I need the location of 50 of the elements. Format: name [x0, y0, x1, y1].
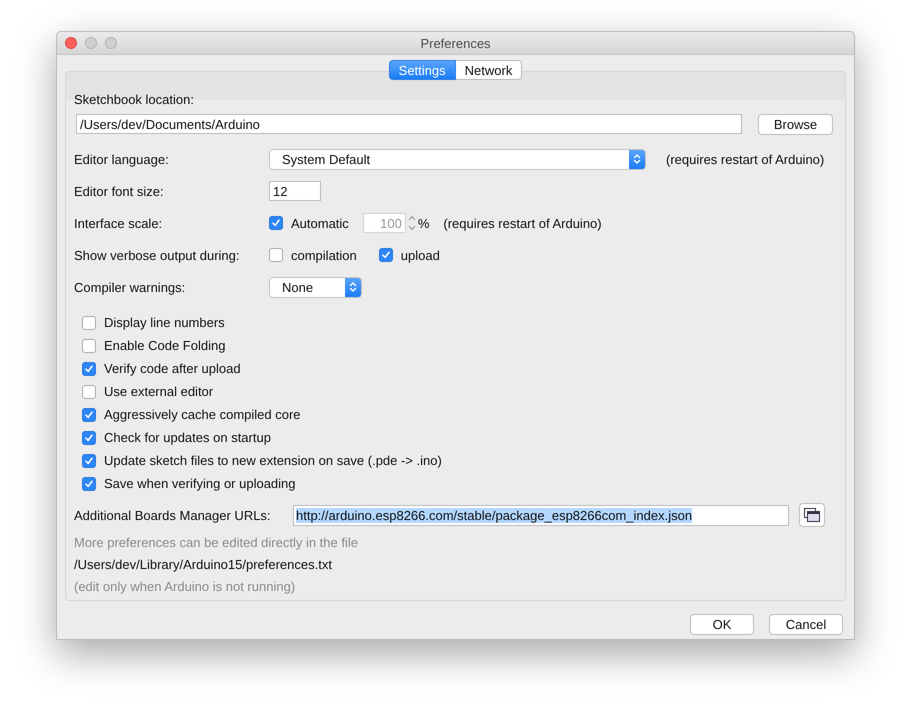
file-path: /Users/dev/Library/Arduino15/preferences.txt [74, 556, 333, 574]
checkbox[interactable] [82, 384, 96, 398]
language-dropdown[interactable]: System Default [269, 148, 646, 170]
window-title: Preferences [420, 36, 491, 50]
checkbox[interactable] [378, 248, 393, 262]
checkbox-label: Save when verifying or uploading [104, 476, 296, 491]
checkbox[interactable] [82, 408, 96, 422]
hint-text: (edit only when Arduino is not running) [74, 578, 296, 596]
note-text: (requires restart of Arduino) [443, 216, 602, 230]
checkbox-label: Enable Code Folding [104, 338, 226, 353]
hint-text: More preferences can be edited directly in the file [74, 534, 359, 552]
close-button[interactable] [65, 37, 77, 49]
updown-arrows-icon [633, 153, 641, 165]
checkbox[interactable] [82, 454, 96, 468]
unit-label: % [418, 216, 430, 230]
checkbox-label: Aggressively cache compiled core [104, 407, 301, 422]
checkbox-label: Verify code after upload [104, 361, 241, 376]
field-label: Additional Boards Manager URLs: [74, 508, 272, 522]
checkbox[interactable] [269, 248, 283, 262]
input-field[interactable]: /Users/dev/Documents/Arduino [76, 114, 742, 134]
tab[interactable]: Network [456, 60, 522, 80]
updown-arrows-icon [349, 281, 357, 293]
input-field[interactable]: http://arduino.esp8266.com/stable/package_esp8266com_index.json [293, 504, 789, 526]
checkbox-label: upload [400, 248, 440, 262]
input-field[interactable]: 12 [269, 181, 321, 201]
checkbox-label: Display line numbers [104, 315, 225, 330]
checkbox[interactable] [82, 476, 96, 490]
checkbox[interactable] [82, 362, 96, 376]
checkbox-label: Use external editor [104, 384, 214, 399]
field-label: Editor font size: [74, 184, 165, 198]
warnings-dropdown[interactable]: None [269, 276, 362, 298]
checkbox-label: Automatic [291, 216, 349, 230]
dialog-button[interactable]: OK [690, 614, 754, 635]
field-label: Show verbose output during: [74, 248, 240, 262]
field-label: Interface scale: [74, 216, 164, 230]
field-label: Compiler warnings: [74, 280, 186, 294]
window-button[interactable] [799, 503, 825, 527]
checkbox[interactable] [82, 430, 96, 444]
checkbox[interactable] [82, 338, 96, 352]
checkbox[interactable] [82, 316, 96, 330]
windows-icon [804, 508, 820, 522]
field-label: Editor language: [74, 152, 170, 166]
dialog-button[interactable]: Cancel [769, 614, 843, 635]
checkbox-label: Update sketch files to new extension on save (.pde -> .ino) [104, 453, 442, 468]
note-text: (requires restart of Arduino) [666, 152, 824, 166]
browse-button[interactable]: Browse [758, 114, 833, 134]
checkbox-label: compilation [291, 248, 357, 262]
stepper-icon[interactable] [406, 213, 417, 233]
field-label: Sketchbook location: [74, 92, 195, 107]
checkbox-label: Check for updates on startup [104, 430, 271, 445]
